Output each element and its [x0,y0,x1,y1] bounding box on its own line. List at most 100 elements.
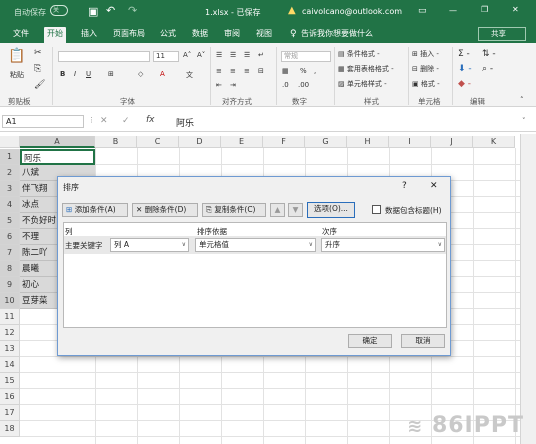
tab-page-layout[interactable]: 页面布局 [110,27,148,43]
italic-icon[interactable]: I [74,70,76,78]
add-condition-button[interactable]: ⊞ 添加条件(A) [62,203,128,217]
account-email[interactable]: caivolcano@outlook.com [302,7,402,16]
format-painter-icon[interactable]: 🖌 [34,80,45,90]
find-select-icon[interactable]: ⌕ - [482,64,493,74]
formula-input[interactable]: 阿乐 [176,116,194,129]
sort-by-column-select[interactable]: 列 A ∨ [110,238,189,252]
table-cell[interactable]: 阿乐 [20,149,95,165]
autosum-icon[interactable]: Σ - [458,49,470,59]
column-header[interactable]: C [137,136,179,148]
border-icon[interactable]: ⊞ [108,70,114,78]
row-header[interactable]: 14 [0,357,20,373]
select-all-corner[interactable] [0,136,20,148]
share-button[interactable]: 共享 [478,27,526,41]
tell-me-search[interactable]: 告诉我你想要做什么 [298,27,376,43]
column-header[interactable]: J [431,136,473,148]
copy-condition-button[interactable]: ⎘ 复制条件(C) [202,203,266,217]
tab-formulas[interactable]: 公式 [157,27,179,43]
row-header[interactable]: 2 [0,165,20,181]
tab-review[interactable]: 审阅 [221,27,243,43]
row-header[interactable]: 4 [0,197,20,213]
save-icon[interactable]: ▣ [88,5,98,18]
clear-icon[interactable]: ◆ - [458,79,471,89]
bold-icon[interactable]: B [60,70,65,78]
increase-decimal-icon[interactable]: .0 [282,81,289,89]
column-header[interactable]: E [221,136,263,148]
row-header[interactable]: 9 [0,277,20,293]
align-right-icon[interactable]: ≡ [244,67,250,75]
align-top-icon[interactable]: ☰ [216,51,222,59]
undo-icon[interactable]: ↶ [106,4,115,17]
paste-icon[interactable]: 📋 [8,48,25,64]
restore-button[interactable]: ❐ [481,5,488,14]
phonetic-icon[interactable]: 文 [186,70,193,80]
row-header[interactable]: 17 [0,405,20,421]
move-down-button[interactable]: ▼ [288,203,303,217]
expand-formula-icon[interactable]: ˅ [522,117,526,125]
percent-icon[interactable]: % [300,67,307,75]
insert-cells-button[interactable]: ⊞ 插入 - [412,49,439,59]
column-header[interactable]: I [389,136,431,148]
row-header[interactable]: 1 [0,149,20,165]
collapse-ribbon-icon[interactable]: ˄ [520,96,524,104]
ok-button[interactable]: 确定 [348,334,392,348]
row-header[interactable]: 18 [0,421,20,437]
font-size-combo[interactable]: 11 [153,51,179,62]
has-header-label[interactable]: 数据包含标题(H) [385,205,442,216]
row-header[interactable]: 8 [0,261,20,277]
cell-styles-button[interactable]: ▨ 单元格样式 - [338,79,387,89]
increase-indent-icon[interactable]: ⇥ [230,81,236,89]
has-header-checkbox[interactable] [372,205,381,214]
align-left-icon[interactable]: ≡ [216,67,222,75]
close-dialog-button[interactable]: ✕ [430,181,438,191]
namebox-dropdown-icon[interactable]: ⋮ [88,116,95,124]
fill-color-icon[interactable]: ◇ [138,70,143,78]
autosave-toggle[interactable]: 关 [50,5,68,16]
row-header[interactable]: 7 [0,245,20,261]
row-header[interactable]: 13 [0,341,20,357]
column-header[interactable]: B [95,136,137,148]
sort-filter-icon[interactable]: ⇅ - [482,49,496,59]
column-header[interactable]: D [179,136,221,148]
decrease-decimal-icon[interactable]: .00 [298,81,309,89]
column-header[interactable]: G [305,136,347,148]
help-button[interactable]: ? [402,181,407,191]
cancel-button[interactable]: 取消 [401,334,445,348]
align-bottom-icon[interactable]: ☰ [244,51,250,59]
format-as-table-button[interactable]: ▦ 套用表格格式 - [338,64,394,74]
minimize-button[interactable]: — [449,6,457,15]
number-format-combo[interactable]: 常规 [281,51,331,62]
shrink-font-icon[interactable]: A˅ [197,51,205,59]
order-select[interactable]: 升序 ∨ [321,238,445,252]
tab-insert[interactable]: 插入 [78,27,100,43]
options-button[interactable]: 选项(O)... [307,202,355,218]
tab-view[interactable]: 视图 [253,27,275,43]
cut-icon[interactable]: ✂ [34,48,42,58]
row-header[interactable]: 11 [0,309,20,325]
row-header[interactable]: 5 [0,213,20,229]
column-header[interactable]: A [20,136,95,148]
tab-file[interactable]: 文件 [10,27,32,43]
paste-button[interactable]: 粘贴 [10,70,24,80]
column-header[interactable]: K [473,136,515,148]
align-middle-icon[interactable]: ☰ [230,51,236,59]
conditional-format-button[interactable]: ▤ 条件格式 - [338,49,380,59]
align-center-icon[interactable]: ≡ [230,67,236,75]
tab-data[interactable]: 数据 [189,27,211,43]
cancel-entry-icon[interactable]: ✕ [100,116,108,126]
currency-icon[interactable]: ▦ [282,67,289,75]
move-up-button[interactable]: ▲ [270,203,285,217]
row-header[interactable]: 15 [0,373,20,389]
insert-function-icon[interactable]: fx [146,115,155,125]
decrease-indent-icon[interactable]: ⇤ [216,81,222,89]
sort-on-select[interactable]: 单元格值 ∨ [195,238,316,252]
row-header[interactable]: 3 [0,181,20,197]
grow-font-icon[interactable]: A˄ [183,51,191,59]
row-header[interactable]: 10 [0,293,20,309]
close-window-button[interactable]: ✕ [512,5,519,14]
column-header[interactable]: H [347,136,389,148]
merge-center-icon[interactable]: ⊟ [258,67,264,75]
name-box[interactable]: A1 [2,115,84,128]
wrap-text-icon[interactable]: ↵ [258,51,264,59]
ribbon-display-icon[interactable]: ▭ [418,6,427,16]
